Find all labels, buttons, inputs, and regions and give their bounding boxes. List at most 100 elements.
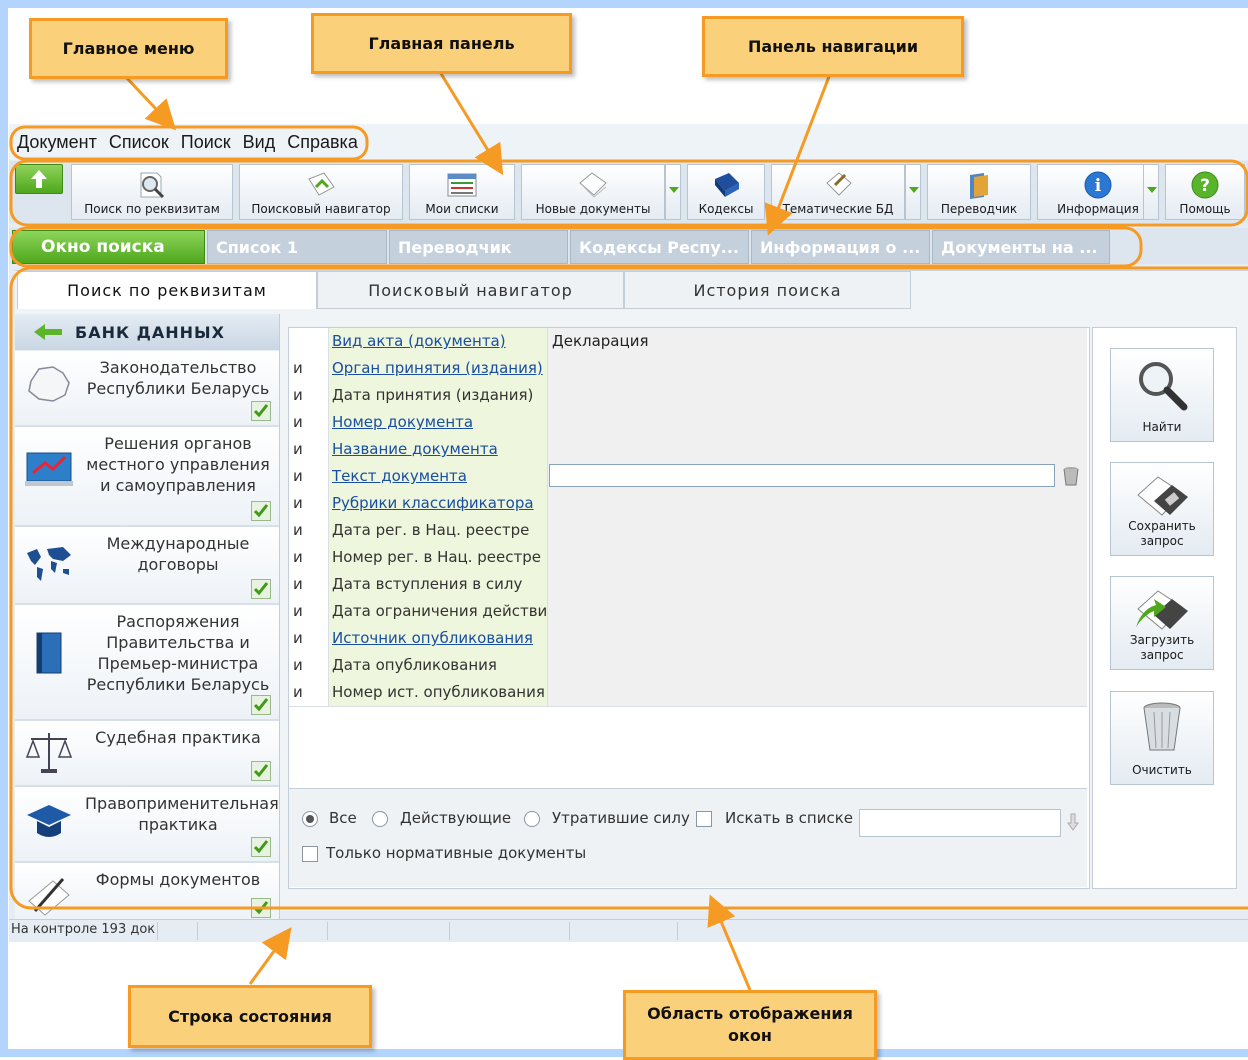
clear-field-icon[interactable] [1063,466,1079,486]
subtab-search-history[interactable]: История поиска [624,271,911,309]
menu-list[interactable]: Список [103,132,175,153]
document-text-input[interactable] [549,464,1055,487]
field-operator[interactable]: и [289,436,329,463]
field-value[interactable] [548,355,1087,382]
tab-translator[interactable]: Переводчик [389,230,568,264]
sidebar-item-enforcement-practice[interactable]: Правоприменительная практика [15,787,279,863]
toolbar-codes-button[interactable]: Кодексы [687,164,765,220]
sidebar-checkbox[interactable] [251,837,271,857]
field-row: и Название документа [289,436,1087,464]
subtab-search-details[interactable]: Поиск по реквизитам [17,271,317,309]
field-operator[interactable]: и [289,679,329,706]
search-filters: Все Действующие Утратившие силу Искать в… [289,788,1087,887]
field-operator[interactable]: и [289,625,329,652]
field-name[interactable]: Номер документа [329,409,548,436]
sidebar-item-local-government[interactable]: Решения органов местного управления и са… [15,427,279,527]
field-name[interactable]: Вид акта (документа) [329,328,548,355]
toolbar-search-details-button[interactable]: Поиск по реквизитам [71,164,233,220]
field-value[interactable] [548,382,1087,409]
field-name[interactable]: Орган принятия (издания) [329,355,548,382]
back-arrow-icon[interactable] [33,323,63,341]
toolbar-info-button[interactable]: i Информация [1037,164,1159,220]
search-in-list-input[interactable] [859,809,1061,837]
save-query-label: Сохранить запрос [1128,519,1196,548]
menu-view[interactable]: Вид [237,132,282,153]
toolbar-my-lists-button[interactable]: Мои списки [409,164,515,220]
sidebar-item-court-practice[interactable]: Судебная практика [15,721,279,787]
sidebar-checkbox[interactable] [251,401,271,421]
sidebar-item-legislation[interactable]: Законодательство Республики Беларусь [15,351,279,427]
arrow-down-icon[interactable] [1067,813,1079,831]
thematic-db-dropdown[interactable] [905,164,921,220]
field-name[interactable]: Название документа [329,436,548,463]
tab-codes[interactable]: Кодексы Респу... [570,230,749,264]
sidebar-item-international[interactable]: Международные договоры [15,527,279,605]
field-value[interactable] [548,652,1087,679]
field-name[interactable]: Рубрики классификатора [329,490,548,517]
find-button[interactable]: Найти [1110,348,1214,442]
field-operator[interactable]: и [289,355,329,382]
sidebar-item-label: Решения органов местного управления и са… [86,434,270,495]
normative-only-checkbox[interactable] [302,846,318,862]
new-documents-dropdown[interactable] [665,164,681,220]
radio-active[interactable] [372,811,388,827]
field-operator[interactable]: и [289,409,329,436]
toolbar-help-button[interactable]: ? Помощь [1165,164,1245,220]
subtab-search-navigator[interactable]: Поисковый навигатор [317,271,624,309]
field-value[interactable] [548,517,1087,544]
field-operator[interactable]: и [289,598,329,625]
sidebar-item-document-forms[interactable]: Формы документов [15,863,279,924]
field-value[interactable] [548,598,1087,625]
field-value[interactable] [548,490,1087,517]
sidebar-checkbox[interactable] [251,898,271,918]
sidebar-checkbox[interactable] [251,695,271,715]
field-value[interactable] [548,409,1087,436]
menu-search[interactable]: Поиск [175,132,237,153]
field-value[interactable] [548,679,1087,706]
callout-navigation-panel: Панель навигации [702,16,964,77]
load-query-button[interactable]: Загрузить запрос [1110,576,1214,670]
field-value[interactable] [548,436,1087,463]
checkmark-icon [253,582,269,596]
normative-only-label: Только нормативные документы [326,844,587,862]
up-button[interactable] [15,164,63,194]
menu-help[interactable]: Справка [281,132,364,153]
load-disk-icon [1136,590,1188,630]
field-operator[interactable]: и [289,544,329,571]
field-operator[interactable]: и [289,571,329,598]
tab-documents[interactable]: Документы на ... [932,230,1110,264]
field-operator[interactable]: и [289,652,329,679]
toolbar-translator-button[interactable]: Переводчик [927,164,1031,220]
toolbar-label: Мои списки [425,202,499,216]
field-row: и Орган принятия (издания) [289,355,1087,383]
menu-document[interactable]: Документ [9,132,103,153]
field-name[interactable]: Текст документа [329,463,548,490]
field-name: Дата рег. в Нац. реестре [329,517,548,544]
tab-list-1[interactable]: Список 1 [207,230,387,264]
field-value[interactable]: Декларация [548,328,1087,355]
toolbar-new-documents-button[interactable]: Новые документы [521,164,665,220]
sidebar-checkbox[interactable] [251,501,271,521]
sidebar-checkbox[interactable] [251,579,271,599]
field-operator[interactable]: и [289,382,329,409]
clear-button[interactable]: Очистить [1110,691,1214,785]
field-value[interactable] [548,571,1087,598]
sidebar-item-government-orders[interactable]: Распоряжения Правительства и Премьер-мин… [15,605,279,721]
save-query-button[interactable]: Сохранить запрос [1110,462,1214,556]
radio-all[interactable] [302,811,318,827]
tab-search-window[interactable]: Окно поиска [12,230,205,264]
toolbar-thematic-db-button[interactable]: Тематические БД [771,164,905,220]
sidebar-checkbox[interactable] [251,761,271,781]
field-operator[interactable]: и [289,463,329,490]
toolbar-search-navigator-button[interactable]: Поисковый навигатор [239,164,403,220]
field-operator[interactable] [289,328,329,355]
field-operator[interactable]: и [289,490,329,517]
field-value[interactable] [548,544,1087,571]
field-operator[interactable]: и [289,517,329,544]
tab-information[interactable]: Информация о ... [751,230,930,264]
search-in-list-checkbox[interactable] [696,811,712,827]
field-value[interactable] [548,625,1087,652]
info-dropdown[interactable] [1143,164,1159,220]
field-name[interactable]: Источник опубликования [329,625,548,652]
radio-expired[interactable] [524,811,540,827]
